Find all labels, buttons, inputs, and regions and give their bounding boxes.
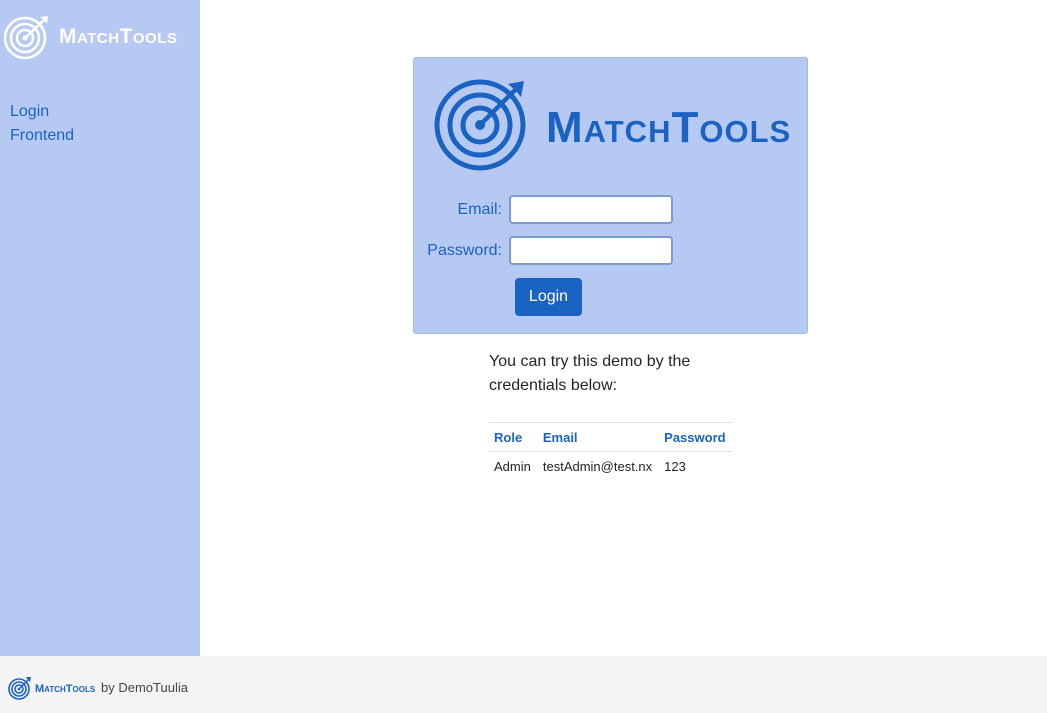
footer: MATCHTOOLS by DemoTuulia: [0, 656, 1047, 713]
sidebar: MATCHTOOLS Login Frontend: [0, 0, 200, 656]
column-header-email: Email: [536, 422, 659, 452]
card-brand-name: MATCHTOOLS: [546, 103, 792, 152]
cell-role: Admin: [494, 458, 531, 474]
demo-info-text: You can try this demo by the credentials…: [489, 353, 691, 394]
cell-password: 123: [664, 458, 686, 474]
nav-item-login: Login: [10, 100, 74, 124]
footer-credit: by DemoTuulia: [101, 680, 188, 695]
sidebar-nav: Login Frontend: [10, 100, 74, 148]
email-field[interactable]: [509, 195, 673, 224]
email-label: Email:: [457, 200, 502, 218]
cell-email: testAdmin@test.nx: [542, 458, 653, 474]
target-arrow-icon: [434, 79, 526, 171]
login-card: MATCHTOOLS Email: Password: Login: [413, 57, 808, 334]
credentials-table: Role Email Password Admin testAdmin@test…: [488, 422, 732, 481]
table-header-row: Role Email Password: [488, 422, 732, 452]
column-header-password: Password: [658, 422, 732, 452]
brand-name: MATCHTOOLS: [59, 25, 178, 48]
column-header-role: Role: [488, 422, 537, 452]
card-logo: MATCHTOOLS: [434, 78, 791, 172]
footer-logo: MATCHTOOLS: [8, 676, 95, 700]
target-arrow-icon: [4, 16, 48, 60]
password-field[interactable]: [509, 236, 673, 265]
password-row: Password:: [414, 236, 673, 265]
nav-link-frontend[interactable]: Frontend: [10, 124, 74, 148]
password-label: Password:: [427, 241, 502, 259]
login-button[interactable]: Login: [515, 278, 582, 316]
footer-brand-name: MATCHTOOLS: [35, 683, 96, 695]
nav-item-frontend: Frontend: [10, 124, 74, 148]
email-row: Email:: [414, 195, 673, 224]
target-arrow-icon: [8, 677, 31, 700]
sidebar-logo[interactable]: MATCHTOOLS: [4, 13, 177, 61]
nav-link-login[interactable]: Login: [10, 100, 74, 124]
table-row: Admin testAdmin@test.nx 123: [488, 452, 732, 481]
